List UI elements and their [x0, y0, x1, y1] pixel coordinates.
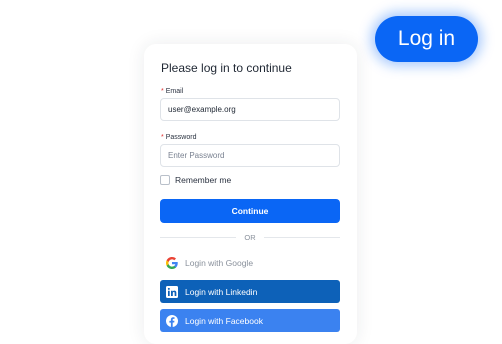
- remember-me-checkbox[interactable]: [160, 175, 170, 185]
- divider-line-left: [160, 236, 237, 238]
- login-form-title: Please log in to continue: [161, 61, 292, 75]
- google-icon: [166, 256, 178, 269]
- facebook-button-label: Login with Facebook: [185, 315, 263, 326]
- remember-me[interactable]: Remember me: [160, 175, 231, 185]
- login-card: Please log in to continue *Email *Passwo…: [144, 44, 357, 344]
- password-label-text: Password: [165, 134, 197, 141]
- password-field[interactable]: [160, 144, 340, 167]
- email-required-marker: *: [161, 88, 164, 95]
- continue-button[interactable]: Continue: [160, 199, 340, 223]
- remember-me-label[interactable]: Remember me: [175, 175, 231, 185]
- login-with-facebook-button[interactable]: Login with Facebook: [160, 309, 340, 332]
- login-with-google-button[interactable]: Login with Google: [160, 251, 340, 274]
- linkedin-icon: [166, 285, 178, 298]
- google-button-label: Login with Google: [185, 257, 254, 268]
- header-login-button[interactable]: Log in: [375, 16, 478, 62]
- facebook-icon: [166, 314, 178, 327]
- password-label: * Password: [161, 134, 196, 141]
- email-field[interactable]: [160, 98, 340, 121]
- divider-line-right: [263, 236, 340, 238]
- email-label-text: Email: [165, 88, 184, 95]
- divider-text: OR: [244, 232, 256, 242]
- password-required-marker: *: [161, 134, 164, 141]
- login-with-linkedin-button[interactable]: Login with Linkedin: [160, 280, 340, 303]
- linkedin-button-label: Login with Linkedin: [185, 286, 258, 297]
- email-label: * Email: [161, 88, 183, 95]
- or-divider: OR: [160, 231, 340, 243]
